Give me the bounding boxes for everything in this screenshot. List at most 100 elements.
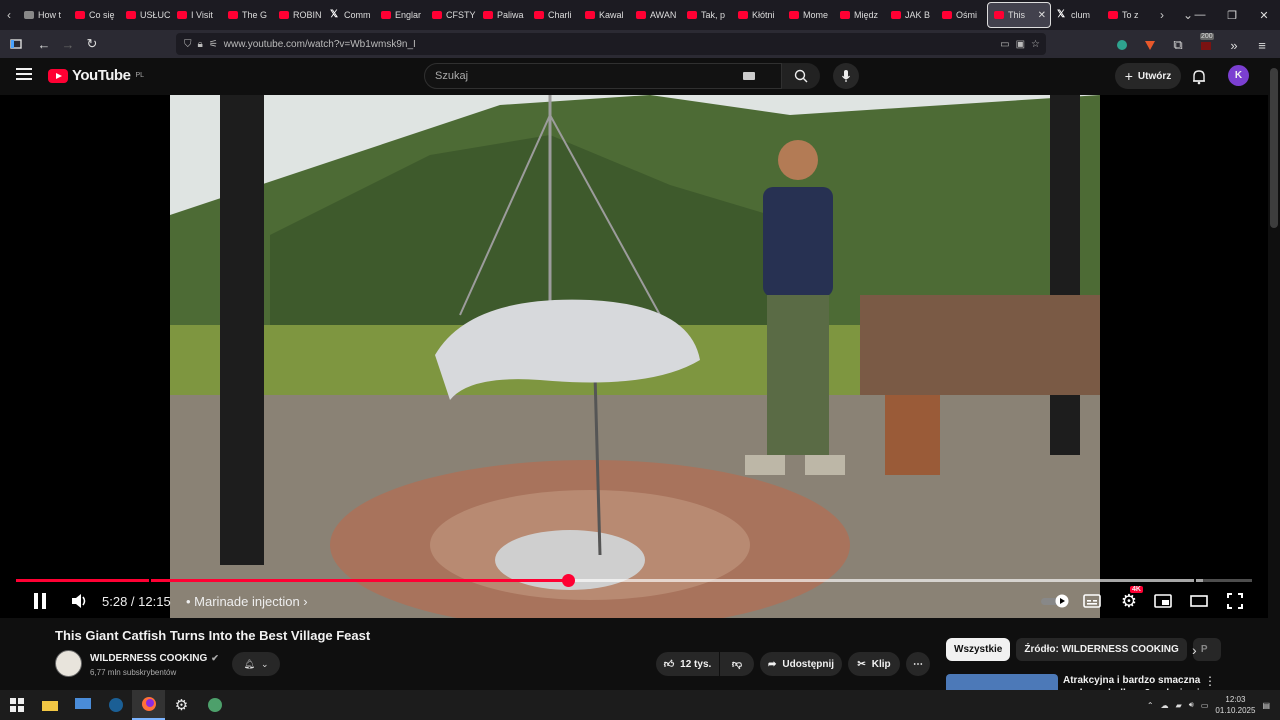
url-text[interactable]: www.youtube.com/watch?v=Wb1wmsk9n_I [224,39,416,50]
browser-tab[interactable]: Międz [834,2,885,28]
vpn-extension-icon[interactable] [1110,33,1134,57]
control-panel-icon[interactable] [66,690,99,720]
browser-tab[interactable]: CFSTY [426,2,477,28]
search-button[interactable] [782,63,820,89]
browser-tab[interactable]: Englar [375,2,426,28]
app-menu-icon[interactable]: ≡ [1250,33,1274,57]
miniplayer-button[interactable] [1151,589,1175,613]
theater-mode-button[interactable] [1187,589,1211,613]
speaker-icon[interactable]: 🔊︎ [1189,700,1194,710]
mute-button[interactable] [68,589,92,613]
overflow-menu-icon[interactable]: » [1222,33,1246,57]
close-window-icon[interactable]: ✕ [1248,9,1280,22]
tabs-scroll-right-icon[interactable]: › [1153,8,1171,22]
tabs-scroll-left-icon[interactable]: ‹ [0,8,18,22]
browser-tab[interactable]: This ✕ [987,2,1051,28]
page-scrollbar[interactable] [1268,58,1280,690]
lock-icon[interactable]: 🔒︎ [198,39,203,50]
browser-tab[interactable]: ROBIN [273,2,324,28]
channel-avatar[interactable] [55,650,82,677]
file-explorer-icon[interactable] [33,690,66,720]
close-tab-icon[interactable]: ✕ [1038,10,1046,21]
back-icon[interactable]: ← [32,32,56,56]
account-avatar[interactable]: K [1228,65,1249,86]
forward-icon[interactable]: → [56,32,80,56]
browser-tab[interactable]: Kłótni [732,2,783,28]
voice-search-button[interactable] [833,63,859,89]
fullscreen-button[interactable] [1223,589,1247,613]
youtube-logo[interactable]: YouTube PL [48,67,144,84]
fox-extension-icon[interactable] [1138,33,1162,57]
dislike-button[interactable]: 👎︎ [720,652,754,676]
sidebar-toggle-icon[interactable] [4,32,28,56]
browser-tab[interactable]: USŁUC [120,2,171,28]
reader-view-icon[interactable]: ▭ [1000,39,1009,50]
settings-button[interactable]: ⚙ 4K [1116,586,1143,613]
chip-all[interactable]: Wszystkie [946,638,1011,661]
browser-tab[interactable]: 𝕏 Comm [324,2,375,28]
video-frame[interactable] [170,95,1100,618]
chips-next-icon[interactable]: › [1192,642,1197,658]
picture-in-picture-url-icon[interactable]: ▣ [1016,39,1025,50]
keyboard-icon[interactable] [743,72,755,80]
autoplay-toggle[interactable] [1038,589,1072,613]
share-button[interactable]: ➦ Udostępnij [760,652,842,676]
url-bar[interactable]: ⛉ 🔒︎ ⚟ www.youtube.com/watch?v=Wb1wmsk9n… [176,33,1046,55]
browser-tab[interactable]: JAK B [885,2,936,28]
browser-tab[interactable]: I Visit [171,2,222,28]
clock[interactable]: 12:03 01.10.2025 [1215,694,1255,716]
create-button[interactable]: + Utwórz [1115,63,1181,89]
minimize-icon[interactable]: — [1184,9,1216,21]
network-icon[interactable]: ▰ [1176,701,1182,710]
browser-tab[interactable]: AWAN [630,2,681,28]
chip-partial[interactable]: P [1192,638,1221,661]
subscription-notifications-button[interactable]: 🔔︎ ⌄ [232,652,280,676]
browser-tab[interactable]: Tak, p [681,2,732,28]
browser-tab[interactable]: How t [18,2,69,28]
progress-bar[interactable] [16,574,1252,587]
pause-button[interactable] [28,589,52,613]
browser-tab[interactable]: To z [1102,2,1153,28]
steam-icon[interactable] [99,690,132,720]
subtitles-button[interactable] [1080,589,1104,613]
scrubber-handle[interactable] [561,574,575,587]
chapter-button[interactable]: • Marinade injection › [186,594,308,609]
browser-tab[interactable]: The G [222,2,273,28]
browser-tab[interactable]: Kawal [579,2,630,28]
recommendation-thumbnail[interactable] [946,674,1058,690]
search-box[interactable] [424,63,782,89]
network-tool-icon[interactable] [198,690,231,720]
recommendation-menu-icon[interactable]: ⋮ [1204,674,1216,688]
notifications-button[interactable] [1189,67,1209,87]
search-input[interactable] [435,70,743,82]
channel-name-link[interactable]: WILDERNESS COOKING ✔ [90,653,219,664]
extensions-puzzle-icon[interactable]: ⧉ [1166,33,1190,57]
more-actions-button[interactable]: ⋯ [906,652,930,676]
browser-tab[interactable]: Co się [69,2,120,28]
like-button[interactable]: 👍︎ 12 tys. [656,652,719,676]
browser-tab[interactable]: Paliwa [477,2,528,28]
clip-button[interactable]: ✂ Klip [848,652,900,676]
restore-icon[interactable]: ❐ [1216,9,1248,22]
scrollbar-thumb[interactable] [1270,68,1278,228]
cloud-icon[interactable]: ☁ [1161,701,1169,710]
video-player[interactable]: 5:28 / 12:15 • Marinade injection › ⚙ 4K [0,95,1268,618]
settings-gear-icon[interactable]: ⚙ [165,690,198,720]
firefox-icon[interactable] [132,690,165,720]
chip-from-channel[interactable]: Źródło: WILDERNESS COOKING [1016,638,1187,661]
display-icon[interactable]: ▭ [1201,701,1209,710]
start-button[interactable] [0,690,33,720]
recommendation-title[interactable]: Atrakcyjna i bardzo smaczna wędzona bułk… [1063,674,1203,690]
browser-tab[interactable]: Charli [528,2,579,28]
notifications-center-icon[interactable]: ▤ [1262,701,1270,710]
bookmark-star-icon[interactable]: ☆ [1031,39,1040,50]
browser-tab[interactable]: Ośmi [936,2,987,28]
hamburger-menu-icon[interactable] [16,68,32,80]
tray-overflow-icon[interactable]: ⌃ [1147,701,1154,710]
browser-tab[interactable]: 𝕏clum [1051,2,1102,28]
ublock-extension-icon[interactable]: 200 [1194,33,1218,57]
tracking-shield-icon[interactable]: ⛉ [184,39,192,50]
reload-icon[interactable]: ↻ [80,32,104,56]
permissions-icon[interactable]: ⚟ [209,39,218,50]
browser-tab[interactable]: Mome [783,2,834,28]
